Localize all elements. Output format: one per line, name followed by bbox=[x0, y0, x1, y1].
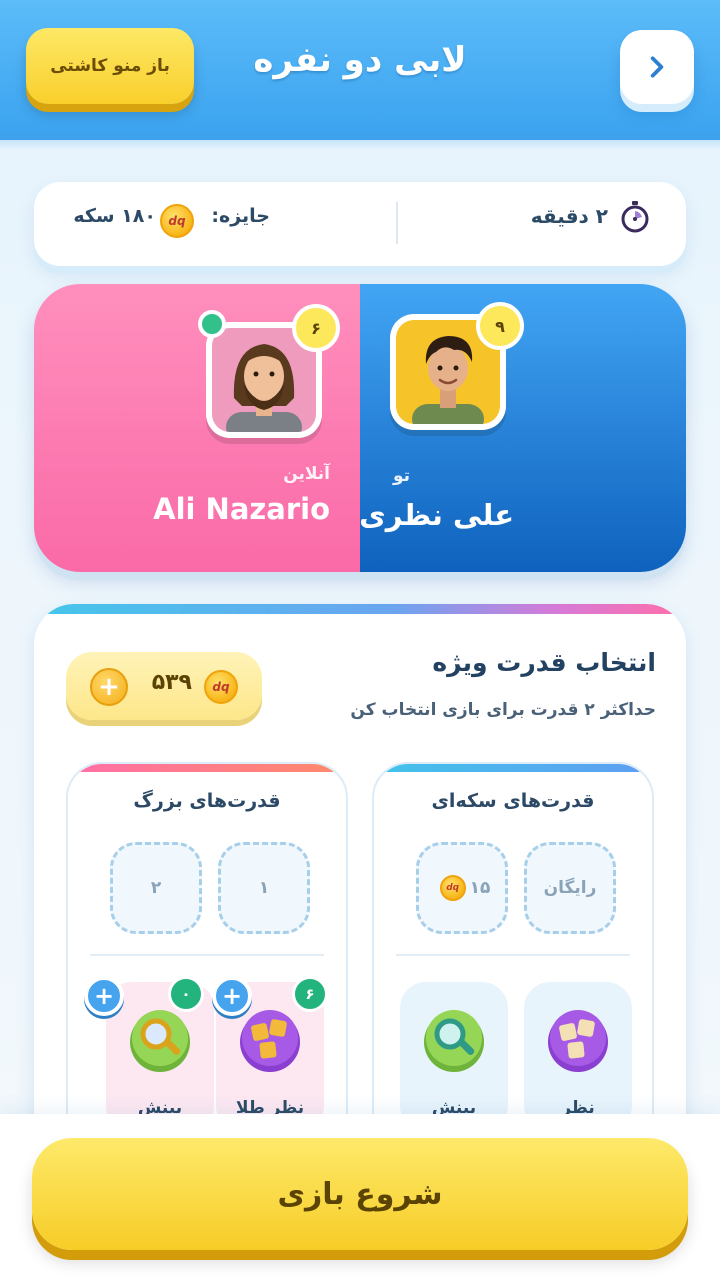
page-title: لابی دو نفره bbox=[253, 40, 467, 80]
power-count-badge: ۶ bbox=[292, 976, 328, 1012]
coin-count: ۵۳۹ bbox=[151, 670, 192, 695]
magnifier-icon bbox=[130, 1010, 190, 1072]
big-powers-title: قدرت‌های بزرگ bbox=[133, 790, 281, 812]
free-power-slot[interactable]: رایگان bbox=[524, 842, 616, 934]
letter-tiles-icon bbox=[548, 1010, 608, 1072]
paid-power-slot[interactable]: ۱۵ dq bbox=[416, 842, 508, 934]
prize-label: جایزه: bbox=[211, 205, 270, 227]
my-name: علی نظری bbox=[359, 498, 514, 532]
power-tile-insight[interactable]: بینش bbox=[400, 982, 508, 1132]
big-power-slot-1[interactable]: ۱ bbox=[218, 842, 310, 934]
opponent-level-badge: ۶ bbox=[292, 304, 340, 352]
online-status-dot bbox=[198, 310, 226, 338]
big-power-slot-2[interactable]: ۲ bbox=[110, 842, 202, 934]
coin-icon: dq bbox=[439, 875, 466, 901]
info-divider bbox=[396, 202, 398, 244]
magnifier-icon bbox=[424, 1010, 484, 1072]
power-title: انتخاب قدرت ویژه bbox=[432, 648, 656, 677]
start-game-button[interactable]: شروع بازی bbox=[32, 1138, 688, 1250]
power-tile-letters[interactable]: نظر bbox=[524, 982, 632, 1132]
prize-value: ۱۸۰ سکه bbox=[73, 205, 156, 227]
panel-divider bbox=[396, 954, 630, 956]
add-power-button[interactable]: + bbox=[212, 976, 252, 1016]
match-duration: ۲ دقیقه bbox=[530, 204, 608, 228]
my-level-badge: ۹ bbox=[476, 302, 524, 350]
coin-icon: dq bbox=[204, 670, 238, 704]
chevron-right-icon bbox=[650, 56, 664, 78]
add-power-button[interactable]: + bbox=[84, 976, 124, 1016]
panel-divider bbox=[90, 954, 324, 956]
refresh-button[interactable]: باز منو کاشتی bbox=[26, 28, 194, 104]
power-count-badge: ۰ bbox=[168, 976, 204, 1012]
power-subtitle: حداکثر ۲ قدرت برای بازی انتخاب کن bbox=[350, 700, 656, 720]
my-label: تو bbox=[392, 466, 410, 486]
add-coins-button[interactable]: + bbox=[90, 668, 128, 706]
coin-powers-title: قدرت‌های سکه‌ای bbox=[431, 790, 595, 812]
back-button[interactable] bbox=[620, 30, 694, 104]
stopwatch-icon bbox=[621, 201, 649, 233]
coin-icon: dq bbox=[160, 204, 194, 238]
opponent-name: Ali Nazario bbox=[153, 492, 330, 526]
